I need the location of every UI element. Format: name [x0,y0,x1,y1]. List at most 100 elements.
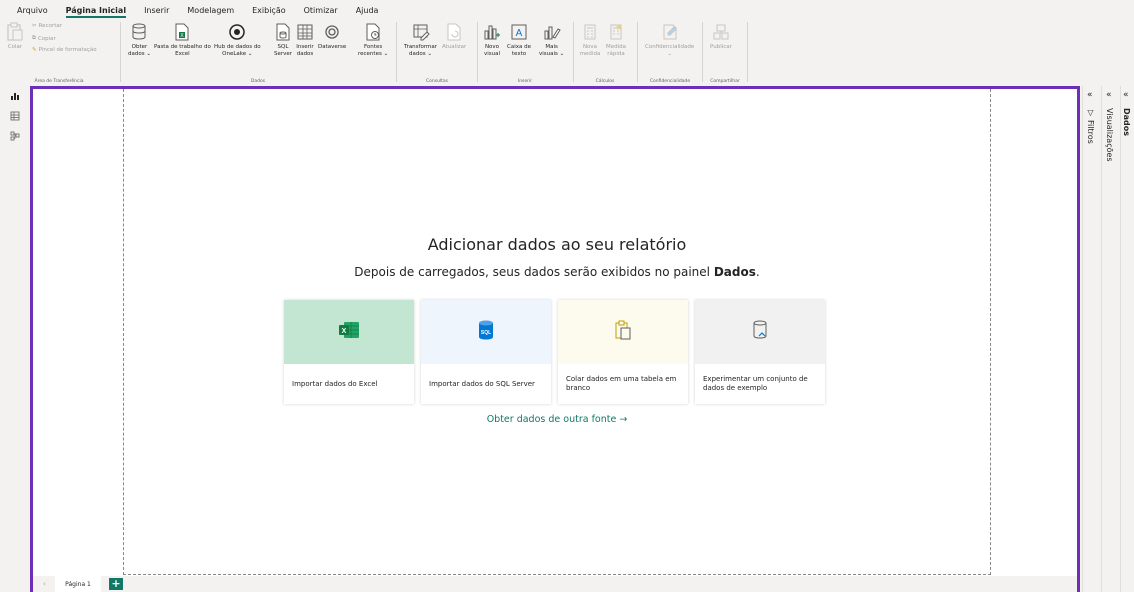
funnel-icon: ▽ [1086,108,1095,117]
svg-text:A: A [516,28,523,39]
sensitivity-icon [659,22,681,42]
onelake-icon [226,22,248,42]
subtitle-text: Depois de carregados, seus dados serão e… [354,265,714,279]
insert-group: Novo visual A Caixa de texto Mais visuai… [479,18,571,86]
calculations-group-label: Cálculos [595,79,615,84]
cut-label: Recortar [38,23,63,29]
paste-data-card[interactable]: Colar dados em uma tabela em branco [558,300,688,404]
sensitivity-group: Confidencialidade ⌄ Confidencialidade [639,18,701,86]
add-page-button[interactable]: + [109,578,123,590]
copy-label: Copiar [37,35,56,42]
filters-collapse-icon[interactable]: « [1087,90,1093,100]
new-visual-button[interactable]: Novo visual [481,22,503,57]
data-group-label: Dados [250,79,266,84]
filters-pane: « ▽ Filtros [1082,86,1100,592]
excel-workbook-button[interactable]: X Pasta de trabalho do Excel [154,22,211,57]
onelake-hub-button[interactable]: Hub de dados do OneLake ⌄ [214,22,261,57]
data-pane-title[interactable]: Dados [1122,108,1131,136]
svg-text:X: X [342,328,347,335]
excel-label-2: Excel [175,50,190,57]
enter-data-label-2: dados [296,50,314,57]
import-sql-card[interactable]: SQL Importar dados do SQL Server [421,300,551,404]
paste-icon [614,320,632,344]
table-view-icon[interactable] [9,110,21,122]
recent-label-2: recentes ⌄ [358,50,389,57]
cut-button[interactable]: ✂ Recortar [32,23,62,29]
import-excel-card[interactable]: X Importar dados do Excel [284,300,414,404]
insert-group-label: Inserir [517,79,533,84]
database-icon [128,22,150,42]
menu-ajuda[interactable]: Ajuda [347,6,388,18]
new-measure-button[interactable]: Nova medida [579,22,601,57]
scissors-icon: ✂ [32,23,37,29]
report-page[interactable]: Adicionar dados ao seu relatório Depois … [123,89,991,575]
sample-data-icon [751,320,769,344]
add-data-subtitle: Depois de carregados, seus dados serão e… [124,265,990,279]
menu-arquivo[interactable]: Arquivo [8,6,57,18]
text-box-button[interactable]: A Caixa de texto [507,22,531,57]
filters-label: Filtros [1086,120,1095,144]
card-sample-header [695,300,825,364]
page-tab-1[interactable]: Página 1 [55,576,101,592]
card-paste-header [558,300,688,364]
subtitle-data-pane: Dados [713,265,756,279]
recent-sources-button[interactable]: Fontes recentes ⌄ [358,22,388,57]
ribbon-divider [702,22,703,82]
publish-button[interactable]: Publicar [710,22,732,51]
bar-chart-icon [481,22,503,42]
get-data-button[interactable]: Obter dados ⌄ [128,22,151,57]
transform-data-button[interactable]: Transformar dados ⌄ [404,22,437,57]
menu-otimizar[interactable]: Otimizar [295,6,347,18]
brush-icon: ✎ [32,47,37,53]
menu-inserir[interactable]: Inserir [135,6,178,18]
more-visuals-button[interactable]: Mais visuais ⌄ [539,22,564,57]
paste-button[interactable]: Colar [4,22,26,51]
card-excel-header: X [284,300,414,364]
view-switcher [0,86,30,592]
visualizations-collapse-icon[interactable]: « [1106,90,1112,100]
sql-server-button[interactable]: SQL Server [272,22,294,57]
card-sql-header: SQL [421,300,551,364]
quick-measure-button[interactable]: Medida rápida [605,22,627,57]
enter-data-button[interactable]: Inserir dados [294,22,316,57]
publish-icon [710,22,732,42]
queries-group: Transformar dados ⌄ Atualizar Consultas [398,18,476,86]
refresh-button[interactable]: Atualizar [442,22,466,51]
sample-data-card[interactable]: Experimentar um conjunto de dados de exe… [695,300,825,404]
quick-measure-icon [605,22,627,42]
paste-label: Colar [7,44,23,50]
report-view-icon[interactable] [9,90,21,102]
sql-label-2: Server [273,50,293,57]
data-group: Obter dados ⌄ X Pasta de trabalho do Exc… [122,18,394,86]
excel-icon: X [171,22,193,42]
new-visual-label-2: visual [483,50,501,57]
sql-server-icon: SQL [478,320,494,344]
dataverse-button[interactable]: Dataverse [318,22,346,51]
share-group-label: Compartilhar [710,79,740,84]
chevron-left-icon[interactable]: ‹ [43,580,46,588]
menu-pagina-inicial[interactable]: Página Inicial [57,6,135,18]
sensitivity-group-label: Confidencialidade [649,79,691,84]
refresh-icon [443,22,465,42]
card-sample-label: Experimentar um conjunto de dados de exe… [703,375,808,392]
data-pane: « Dados [1120,86,1134,592]
clipboard-group: Colar ✂ Recortar ⧉ Copiar ✎ Pincel de fo… [0,18,118,86]
calculator-icon [579,22,601,42]
sensitivity-button[interactable]: Confidencialidade ⌄ [645,22,694,57]
visualizations-pane-title[interactable]: Visualizações [1105,108,1114,162]
ribbon-divider [747,22,748,82]
text-box-label-2: texto [511,50,527,57]
menu-modelagem[interactable]: Modelagem [178,6,243,18]
text-box-icon: A [508,22,530,42]
copy-button[interactable]: ⧉ Copiar [32,35,56,42]
model-view-icon[interactable] [9,130,21,142]
get-data-other-source-link[interactable]: Obter dados de outra fonte → [124,414,990,425]
filters-pane-title[interactable]: ▽ Filtros [1086,108,1095,144]
more-visuals-label-2: visuais ⌄ [539,50,565,57]
format-painter-button[interactable]: ✎ Pincel de formatação [32,47,97,53]
ribbon-divider [477,22,478,82]
data-collapse-icon[interactable]: « [1123,90,1129,100]
transform-icon [410,22,432,42]
sensitivity-label-2: ⌄ [667,50,672,57]
menu-exibicao[interactable]: Exibição [243,6,295,18]
